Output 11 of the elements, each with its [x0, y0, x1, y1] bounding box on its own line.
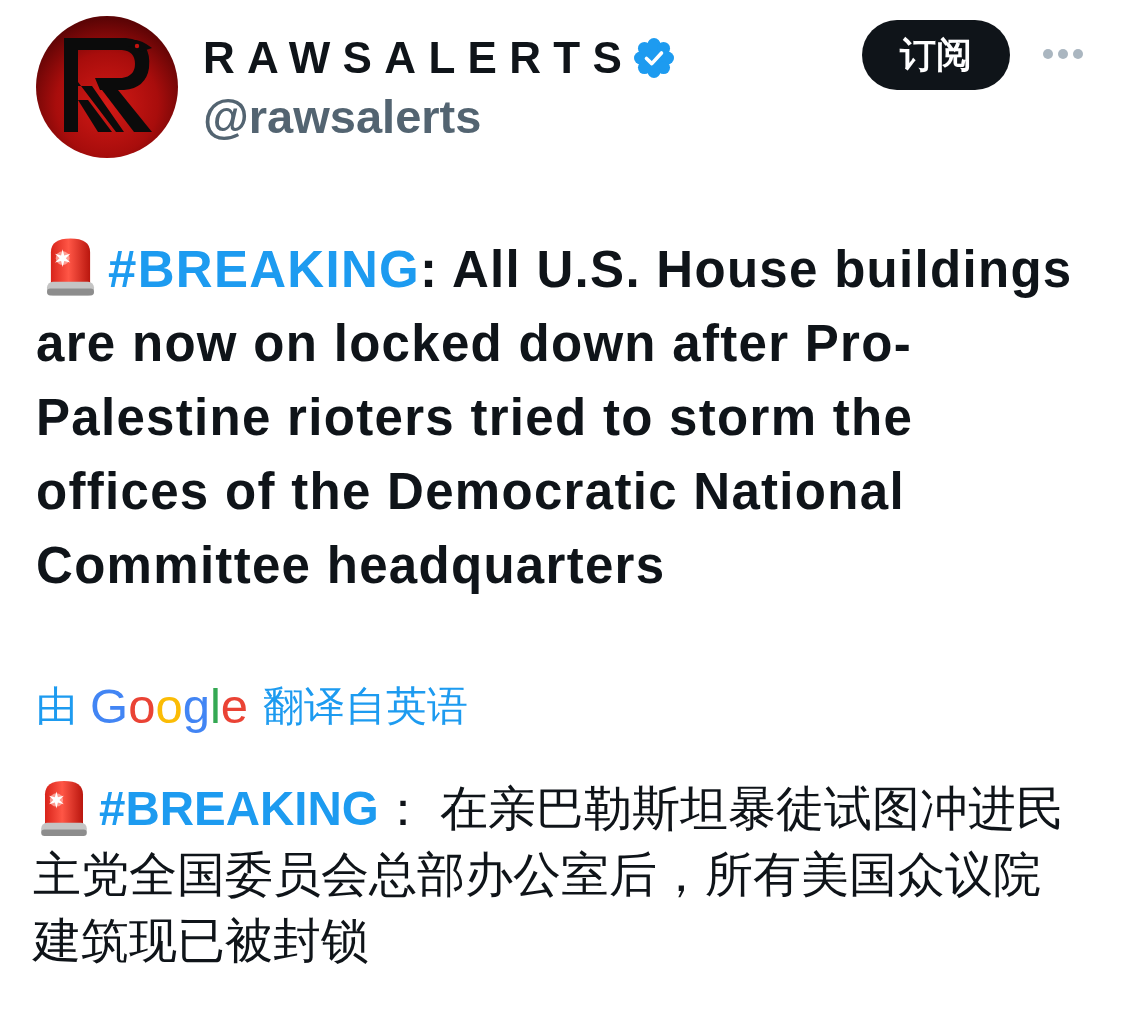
translated-by-label: 由 — [36, 682, 77, 731]
siren-icon — [40, 780, 88, 837]
translated-post-text: #BREAKING： 在亲巴勒斯坦暴徒试图冲进民主党全国委员会总部办公室后，所有美国众议院建筑现已被封锁 — [33, 779, 1065, 969]
siren-icon — [46, 237, 95, 297]
post-text: #BREAKING: All U.S. House buildings are now on locked down after Pro-Palestine rioters tried to storm the offices of the Democratic National Committee headquarters — [36, 233, 1086, 603]
avatar-logo[interactable] — [36, 16, 178, 158]
display-name[interactable]: RAWSALERTS — [203, 28, 635, 88]
translated-from-label: 翻译自英语 — [263, 682, 469, 731]
user-handle[interactable]: @rawsalerts — [203, 88, 482, 146]
subscribe-button[interactable]: 订阅 — [862, 20, 1010, 90]
google-logo: Google — [90, 678, 249, 734]
